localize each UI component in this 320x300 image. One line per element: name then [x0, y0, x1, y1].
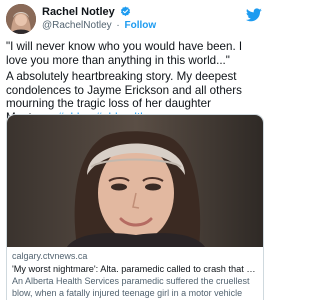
article-photo[interactable] — [7, 115, 263, 247]
tweet-quote-text: "I will never know who you would have be… — [6, 40, 243, 67]
separator-dot: · — [116, 20, 120, 31]
avatar[interactable] — [6, 4, 36, 34]
link-card-title[interactable]: 'My worst nightmare': Alta. paramedic ca… — [12, 263, 258, 275]
link-preview-card[interactable]: calgary.ctvnews.ca 'My worst nightmare':… — [6, 114, 264, 300]
avatar-photo — [6, 4, 36, 34]
twitter-bird-icon[interactable] — [245, 8, 262, 27]
author-handle[interactable]: @RachelNotley — [42, 20, 112, 31]
link-card-domain: calgary.ctvnews.ca — [12, 251, 88, 261]
follow-button[interactable]: Follow — [125, 20, 157, 31]
link-card-description: An Alberta Health Services paramedic suf… — [12, 276, 250, 298]
link-card-meta: calgary.ctvnews.ca 'My worst nightmare':… — [12, 251, 258, 299]
tweet-header: Rachel Notley @RachelNotley · Follow — [6, 4, 264, 34]
tweet-card: Rachel Notley @RachelNotley · Follow "I … — [0, 0, 270, 300]
author-name[interactable]: Rachel Notley — [42, 6, 115, 18]
